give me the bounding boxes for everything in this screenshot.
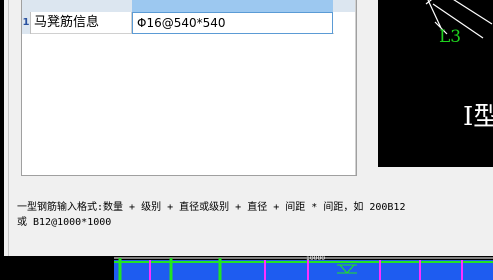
app-window: 1 马凳筋信息 Φ16@540*540 L3 I型 一型钢筋输入格式:数量 + … (0, 0, 493, 280)
rebar-leg-line (453, 0, 493, 25)
dimension-line (427, 0, 442, 29)
cad-drawing-strip: 10000 (0, 256, 493, 280)
grid-divider (355, 0, 356, 175)
grid-header (22, 0, 356, 12)
input-format-hint: 一型钢筋输入格式:数量 + 级别 + 直径或级别 + 直径 + 间距 * 间距，… (17, 202, 406, 228)
table-row[interactable]: 1 马凳筋信息 Φ16@540*540 (22, 12, 334, 34)
preview-drawing (425, 0, 493, 39)
row-number: 1 (22, 12, 31, 34)
rebar-type-label: I型 (463, 102, 493, 132)
property-value-input[interactable]: Φ16@540*540 (132, 12, 333, 34)
cad-drawing: 10000 (114, 256, 493, 280)
value-column-header[interactable] (132, 0, 333, 12)
preview-pane: L3 I型 (368, 0, 493, 176)
property-name: 马凳筋信息 (31, 12, 132, 34)
dimension-tick (425, 0, 432, 5)
dimension-label: L3 (439, 27, 462, 47)
property-grid[interactable]: 1 马凳筋信息 Φ16@540*540 (21, 0, 357, 176)
rebar-preview-canvas: L3 I型 (378, 0, 493, 167)
dialog-border (8, 0, 9, 256)
cad-dimension-text: 10000 (306, 256, 325, 262)
